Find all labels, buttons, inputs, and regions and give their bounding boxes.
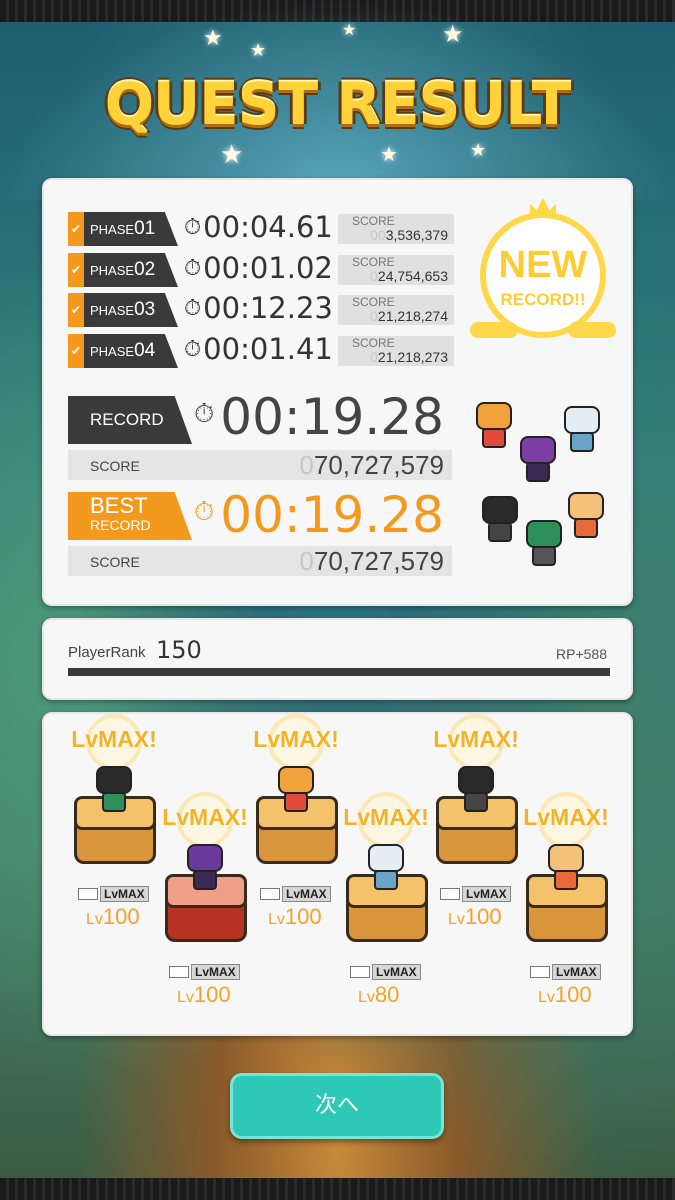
level-value: Lv100	[538, 982, 592, 1007]
record-time: ⏱ 00:19.28	[194, 388, 444, 446]
record-label: RECORD	[68, 396, 192, 444]
phase-time: ⏱00:01.02	[184, 251, 333, 285]
new-record-badge: NEW RECORD!!	[470, 198, 616, 348]
character-sprite	[522, 520, 566, 566]
character-sprite	[92, 766, 136, 812]
party-sprites	[464, 396, 624, 586]
level-value: Lv100	[448, 904, 502, 929]
stopwatch-icon: ⏱	[194, 497, 215, 527]
star-icon: ★	[203, 26, 223, 51]
star-icon: ★	[250, 40, 267, 61]
lvmax-tag: LvMAX	[440, 886, 514, 902]
character-sprite	[516, 436, 560, 482]
team-member-3: LvMAX! LvMAX Lv100	[248, 714, 344, 944]
check-icon: ✔	[68, 334, 84, 368]
character-sprite	[274, 766, 318, 812]
lvmax-tag: LvMAX	[78, 886, 152, 902]
team-member-4: LvMAX! LvMAX Lv80	[338, 792, 434, 1022]
team-panel: LvMAX! LvMAX Lv100 LvMAX! LvMAX Lv100 Lv…	[42, 712, 633, 1036]
star-icon: ★	[342, 20, 357, 39]
best-record-time: ⏱ 00:19.28	[194, 486, 444, 544]
lvmax-tag: LvMAX	[350, 964, 424, 980]
character-sprite	[472, 402, 516, 448]
phase-score: SCORE 021,218,273	[338, 336, 454, 366]
phase-time: ⏱00:01.41	[184, 332, 333, 366]
character-sprite	[364, 844, 408, 890]
star-icon: ★	[442, 20, 464, 48]
stopwatch-icon: ⏱	[194, 399, 215, 429]
player-rank-label: PlayerRank	[68, 644, 146, 661]
phase-row-01: ✔ PHASE01 ⏱00:04.61 SCORE 003,536,379	[68, 210, 458, 246]
rank-points: RP+588	[556, 646, 607, 662]
character-sprite	[454, 766, 498, 812]
level-value: Lv100	[268, 904, 322, 929]
stopwatch-icon: ⏱	[184, 256, 202, 281]
phase-row-04: ✔ PHASE04 ⏱00:01.41 SCORE 021,218,273	[68, 332, 458, 368]
stopwatch-icon: ⏱	[184, 337, 202, 362]
best-record-label: BEST RECORD	[68, 492, 192, 540]
stopwatch-icon: ⏱	[184, 296, 202, 321]
character-sprite	[478, 496, 522, 542]
level-value: Lv80	[358, 982, 400, 1007]
phase-row-03: ✔ PHASE03 ⏱00:12.23 SCORE 021,218,274	[68, 291, 458, 327]
lvmax-tag: LvMAX	[530, 964, 604, 980]
phase-time: ⏱00:04.61	[184, 210, 333, 244]
team-member-5: LvMAX! LvMAX Lv100	[428, 714, 524, 944]
character-sprite	[564, 492, 608, 538]
level-value: Lv100	[177, 982, 231, 1007]
team-member-6: LvMAX! LvMAX Lv100	[518, 792, 614, 1022]
check-icon: ✔	[68, 212, 84, 246]
level-value: Lv100	[86, 904, 140, 929]
character-sprite	[183, 844, 227, 890]
phase-score: SCORE 003,536,379	[338, 214, 454, 244]
team-member-2: LvMAX! LvMAX Lv100	[157, 792, 253, 1022]
character-sprite	[544, 844, 588, 890]
team-member-1: LvMAX! LvMAX Lv100	[66, 714, 162, 944]
phase-label: PHASE01	[84, 212, 178, 246]
result-panel: ✔ PHASE01 ⏱00:04.61 SCORE 003,536,379 ✔ …	[42, 178, 633, 606]
phase-row-02: ✔ PHASE02 ⏱00:01.02 SCORE 024,754,653	[68, 251, 458, 287]
best-record-score: SCORE 070,727,579	[68, 546, 452, 576]
star-icon: ★	[470, 140, 487, 161]
phase-label: PHASE04	[84, 334, 178, 368]
player-rank-panel: PlayerRank 150 RP+588	[42, 618, 633, 700]
phase-label: PHASE03	[84, 293, 178, 327]
phase-score: SCORE 024,754,653	[338, 255, 454, 285]
record-score: SCORE 070,727,579	[68, 450, 452, 480]
phase-time: ⏱00:12.23	[184, 291, 333, 325]
rank-progress-bar	[68, 668, 610, 676]
lvmax-tag: LvMAX	[260, 886, 334, 902]
character-sprite	[560, 406, 604, 452]
player-rank-value: 150	[156, 636, 202, 664]
film-strip-bottom	[0, 1178, 675, 1200]
check-icon: ✔	[68, 253, 84, 287]
next-button[interactable]: 次へ	[230, 1073, 444, 1139]
check-icon: ✔	[68, 293, 84, 327]
phase-score: SCORE 021,218,274	[338, 295, 454, 325]
page-title: QUEST RESULT	[104, 70, 572, 138]
star-icon: ★	[380, 142, 398, 166]
stopwatch-icon: ⏱	[184, 215, 202, 240]
star-icon: ★	[220, 140, 244, 170]
phase-label: PHASE02	[84, 253, 178, 287]
lvmax-tag: LvMAX	[169, 964, 243, 980]
